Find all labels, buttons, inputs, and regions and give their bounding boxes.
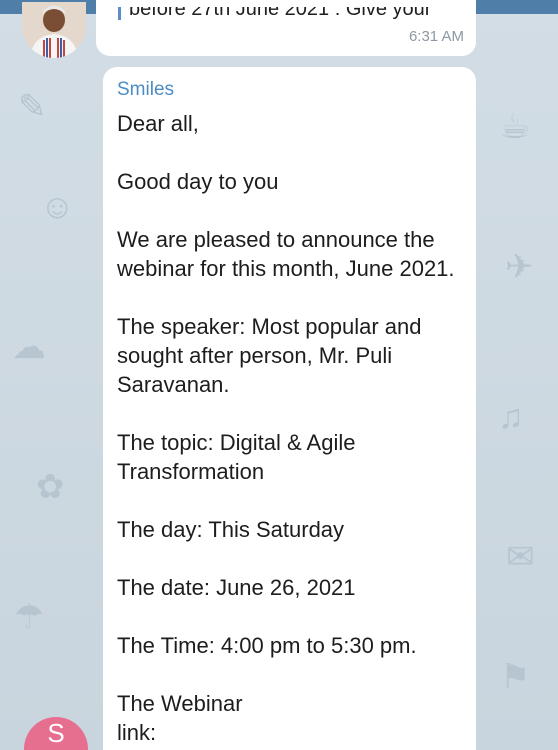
previous-message-bubble[interactable]: before 27th June 2021 : Give your 6:31 A… — [96, 0, 476, 56]
doodle-pattern: ✈ — [505, 248, 534, 286]
doodle-pattern: ♫ — [498, 398, 524, 436]
message-time: 6:31 AM — [408, 28, 464, 45]
message-paragraph: The speaker: Most popular and sought aft… — [117, 314, 422, 397]
message-paragraph: Dear all, — [117, 111, 199, 136]
avatar-initial: S — [47, 718, 65, 748]
message-paragraph: We are pleased to announce the webinar f… — [117, 227, 455, 281]
doodle-pattern: ⚑ — [500, 658, 531, 696]
message-paragraph: The day: This Saturday — [117, 517, 345, 542]
quoted-message[interactable]: before 27th June 2021 : Give your — [118, 7, 431, 20]
doodle-pattern: ✎ — [18, 88, 47, 126]
doodle-pattern: ✉ — [506, 538, 535, 576]
doodle-pattern: ✿ — [36, 468, 65, 506]
message-paragraph: The Webinar link: — [117, 691, 243, 745]
message-paragraph: The Time: 4:00 pm to 5:30 pm. — [117, 633, 417, 658]
doodle-pattern: ☂ — [14, 598, 45, 636]
message-paragraph: Good day to you — [117, 169, 279, 194]
message-paragraph: The date: June 26, 2021 — [117, 575, 356, 600]
message-bubble[interactable]: Smiles Dear all, Good day to you We are … — [103, 67, 476, 750]
doodle-pattern: ☁ — [12, 328, 46, 366]
sender-avatar-initial[interactable]: S — [24, 717, 88, 750]
message-paragraph: The topic: Digital & Agile Transformatio… — [117, 430, 356, 484]
message-text: Dear all, Good day to you We are pleased… — [117, 109, 467, 750]
doodle-pattern: ☕ — [500, 108, 531, 146]
doodle-pattern: ☺ — [40, 188, 75, 226]
sender-name[interactable]: Smiles — [117, 79, 174, 101]
